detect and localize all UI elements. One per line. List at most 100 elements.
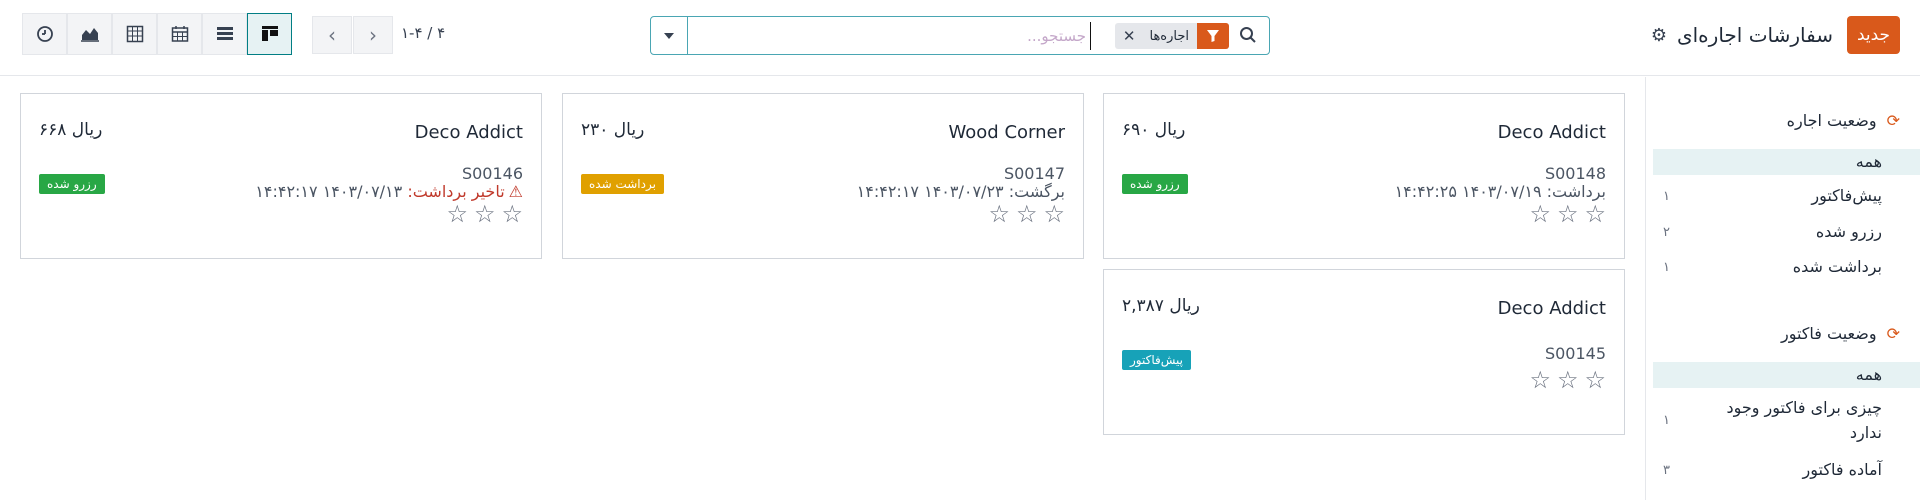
card-partner: Deco Addict	[1497, 298, 1606, 319]
star-icon[interactable]: ☆	[1584, 366, 1606, 394]
pager-next-button[interactable]: ›	[353, 16, 393, 54]
filter-invoice-nothing[interactable]: چیزی برای فاکتور وجود ندارد ۱	[1653, 395, 1920, 445]
filter-label: همه	[1855, 152, 1882, 171]
card-amount: ریال ۲,۳۸۷	[1122, 296, 1200, 316]
date-value: ۱۴۰۳/۰۷/۲۳ ۱۴:۴۲:۱۷	[856, 182, 1004, 201]
card-date: برگشت: ۱۴۰۳/۰۷/۲۳ ۱۴:۴۲:۱۷	[857, 182, 1065, 201]
search-bar: ✕ اجاره‌ها	[650, 16, 1270, 55]
activity-view-button[interactable]	[22, 13, 67, 55]
card-partner: Deco Addict	[414, 122, 523, 143]
clock-icon	[36, 26, 53, 42]
invoice-status-heading: ⟳ وضعیت فاکتور	[1781, 320, 1900, 346]
status-badge: رزرو شده	[39, 174, 105, 194]
rental-status-title: وضعیت اجاره	[1786, 110, 1877, 130]
gear-icon[interactable]: ⚙	[1651, 25, 1667, 46]
date-label: برگشت:	[1008, 182, 1065, 201]
search-input[interactable]	[731, 22, 1091, 50]
filter-count: ۱	[1663, 413, 1670, 428]
filter-icon	[1197, 23, 1229, 49]
chevron-left-icon: ‹	[328, 23, 336, 47]
filter-rental-quotation[interactable]: پیش‌فاکتور ۱	[1653, 183, 1920, 209]
star-icon[interactable]: ☆	[501, 200, 523, 228]
breadcrumb: سفارشات اجاره‌ای ⚙	[1651, 18, 1833, 52]
kanban-card[interactable]: Deco Addict ریال ۶۶۸ S00146 ⚠تاخیر برداش…	[20, 93, 542, 259]
list-icon	[216, 27, 233, 40]
card-amount: ریال ۶۹۰	[1122, 120, 1186, 140]
new-button[interactable]: جدید	[1847, 16, 1900, 54]
card-reference: S00148	[1544, 164, 1606, 183]
date-label: تاخیر برداشت:	[407, 182, 505, 201]
priority-stars[interactable]: ☆ ☆ ☆	[988, 200, 1065, 228]
refresh-icon: ⟳	[1886, 110, 1900, 130]
card-partner: Deco Addict	[1497, 122, 1606, 143]
kanban-card[interactable]: Deco Addict ریال ۶۹۰ S00148 برداشت: ۱۴۰۳…	[1103, 93, 1625, 259]
refresh-icon: ⟳	[1886, 323, 1900, 343]
filter-invoice-all[interactable]: همه	[1653, 362, 1920, 388]
invoice-status-title: وضعیت فاکتور	[1780, 323, 1877, 343]
filter-label: آماده فاکتور	[1802, 460, 1882, 479]
kanban-view-button[interactable]	[247, 13, 292, 55]
card-amount: ریال ۶۶۸	[39, 120, 103, 140]
warning-icon: ⚠	[508, 182, 523, 201]
star-icon[interactable]: ☆	[1584, 200, 1606, 228]
star-icon[interactable]: ☆	[446, 200, 468, 228]
priority-stars[interactable]: ☆ ☆ ☆	[1529, 200, 1606, 228]
kanban-card[interactable]: Deco Addict ریال ۲,۳۸۷ S00145 ☆ ☆ ☆ پیش‌فا…	[1103, 269, 1625, 435]
search-icon[interactable]	[1239, 26, 1257, 49]
search-panel: ⟳ وضعیت اجاره همه پیش‌فاکتور ۱ رزرو شده …	[1645, 77, 1920, 500]
card-date: ⚠تاخیر برداشت: ۱۴۰۳/۰۷/۱۳ ۱۴:۴۲:۱۷	[255, 182, 523, 201]
filter-label: برداشت شده	[1792, 257, 1882, 276]
star-icon[interactable]: ☆	[1529, 200, 1551, 228]
priority-stars[interactable]: ☆ ☆ ☆	[446, 200, 523, 228]
card-date: برداشت: ۱۴۰۳/۰۷/۱۹ ۱۴:۴۲:۲۵	[1395, 182, 1606, 201]
card-reference: S00147	[1003, 164, 1065, 183]
date-label: برداشت:	[1546, 182, 1606, 201]
calendar-icon	[171, 26, 188, 42]
filter-rental-reserved[interactable]: رزرو شده ۲	[1653, 219, 1920, 245]
filter-count: ۲	[1663, 225, 1670, 240]
filter-count: ۳	[1663, 463, 1670, 478]
status-badge: برداشت شده	[581, 174, 664, 194]
filter-invoice-to-invoice[interactable]: آماده فاکتور ۳	[1653, 457, 1920, 483]
chevron-right-icon: ›	[369, 23, 377, 47]
kanban-card[interactable]: Wood Corner ریال ۲۳۰ S00147 برگشت: ۱۴۰۳/…	[562, 93, 1084, 259]
filter-rental-all[interactable]: همه	[1653, 149, 1920, 175]
star-icon[interactable]: ☆	[1043, 200, 1065, 228]
star-icon[interactable]: ☆	[1529, 366, 1551, 394]
filter-rental-picked-up[interactable]: برداشت شده ۱	[1653, 254, 1920, 280]
star-icon[interactable]: ☆	[474, 200, 496, 228]
area-chart-icon	[80, 28, 99, 42]
filter-label: رزرو شده	[1815, 222, 1882, 241]
facet-label: اجاره‌ها	[1149, 28, 1189, 44]
card-reference: S00146	[461, 164, 523, 183]
calendar-view-button[interactable]	[157, 13, 202, 55]
graph-view-button[interactable]	[67, 13, 112, 55]
card-reference: S00145	[1544, 344, 1606, 363]
page-title: سفارشات اجاره‌ای	[1676, 23, 1833, 47]
card-amount: ریال ۲۳۰	[581, 120, 645, 140]
status-badge: رزرو شده	[1122, 174, 1188, 194]
control-panel: جدید سفارشات اجاره‌ای ⚙ ✕ اجاره‌ها ۱-۴ /…	[0, 0, 1920, 76]
list-view-button[interactable]	[202, 13, 247, 55]
filter-count: ۱	[1663, 260, 1670, 275]
pivot-view-button[interactable]	[112, 13, 157, 55]
date-value: ۱۴۰۳/۰۷/۱۳ ۱۴:۴۲:۱۷	[255, 182, 403, 201]
filter-label: چیزی برای فاکتور وجود ندارد	[1726, 398, 1882, 442]
date-value: ۱۴۰۳/۰۷/۱۹ ۱۴:۴۲:۲۵	[1394, 182, 1542, 201]
search-facet: ✕ اجاره‌ها	[1114, 23, 1229, 49]
star-icon[interactable]: ☆	[1557, 366, 1579, 394]
filter-label: پیش‌فاکتور	[1811, 186, 1882, 205]
filter-count: ۱	[1663, 189, 1670, 204]
kanban-icon	[261, 26, 278, 41]
star-icon[interactable]: ☆	[988, 200, 1010, 228]
search-options-toggle[interactable]	[651, 17, 688, 54]
card-partner: Wood Corner	[948, 122, 1065, 143]
rental-status-heading: ⟳ وضعیت اجاره	[1787, 107, 1900, 133]
star-icon[interactable]: ☆	[1016, 200, 1038, 228]
pager-previous-button[interactable]: ‹	[312, 16, 352, 54]
filter-label: همه	[1855, 365, 1882, 384]
star-icon[interactable]: ☆	[1557, 200, 1579, 228]
pager-value[interactable]: ۱-۴ / ۴	[401, 24, 445, 42]
close-icon[interactable]: ✕	[1115, 27, 1142, 45]
priority-stars[interactable]: ☆ ☆ ☆	[1529, 366, 1606, 394]
